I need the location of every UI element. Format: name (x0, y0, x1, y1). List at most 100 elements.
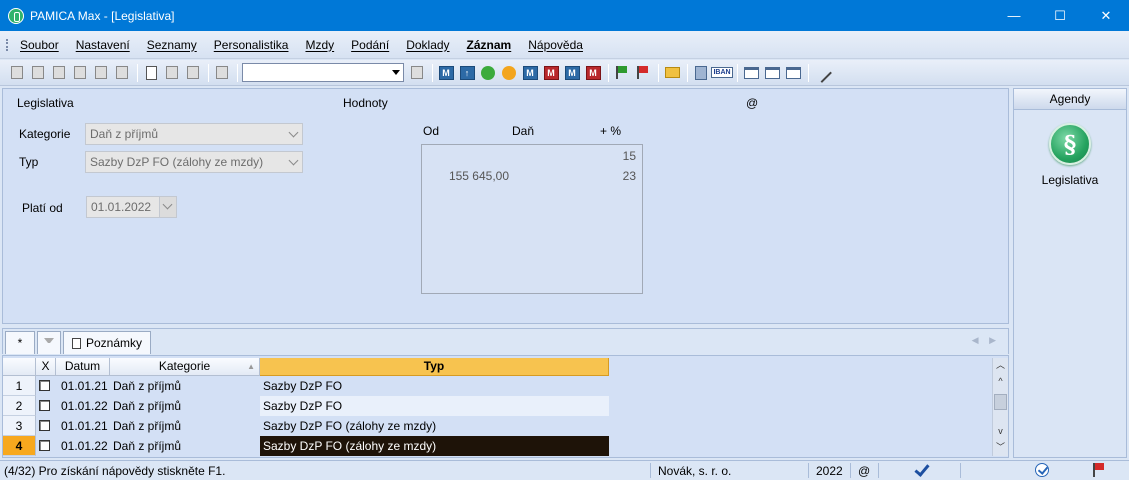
menu-bar: Soubor Nastavení Seznamy Personalistika … (0, 31, 1129, 59)
plati-od-date-field[interactable]: 01.01.2022 (86, 196, 177, 218)
menu-doklady[interactable]: Doklady (406, 38, 449, 52)
grid-vertical-scrollbar[interactable]: ︿ ^ v ﹀ (992, 358, 1008, 456)
calculator-icon[interactable] (692, 64, 710, 82)
row-number[interactable]: 4 (3, 436, 36, 456)
scroll-bottom-icon[interactable]: ﹀ (993, 440, 1008, 454)
agendy-panel: Agendy § Legislativa (1013, 88, 1127, 458)
new-record-icon[interactable] (142, 64, 160, 82)
minimize-button[interactable]: — (991, 0, 1037, 31)
row-checkbox[interactable] (39, 420, 50, 431)
menu-podani[interactable]: Podání (351, 38, 389, 52)
edit-record-icon[interactable] (163, 64, 181, 82)
status-separator (650, 463, 651, 478)
row-checkbox[interactable] (39, 400, 50, 411)
scroll-down-icon[interactable]: v (993, 424, 1008, 438)
cell-typ-selected[interactable]: Sazby DzP FO (zálohy ze mzdy) (260, 436, 609, 456)
duplicate-icon[interactable] (213, 64, 231, 82)
export-icon[interactable] (92, 64, 110, 82)
menu-napoveda[interactable]: Nápověda (528, 38, 583, 52)
person-green-icon[interactable] (479, 64, 497, 82)
tab-all[interactable]: * (5, 331, 35, 354)
tab-poznamky[interactable]: Poznámky (63, 331, 151, 354)
status-hint: (4/32) Pro získání nápovědy stiskněte F1… (4, 464, 226, 478)
save-icon[interactable] (184, 64, 202, 82)
maximize-button[interactable]: ☐ (1037, 0, 1083, 31)
tick-icon[interactable] (914, 462, 926, 476)
cell-kategorie: Daň z příjmů (113, 379, 182, 393)
cell-typ: Sazby DzP FO (263, 379, 343, 393)
iban-icon[interactable]: IBAN (711, 64, 733, 82)
mail-red-icon[interactable]: M (542, 64, 560, 82)
menu-seznamy[interactable]: Seznamy (147, 38, 197, 52)
mail-red2-icon[interactable]: M (584, 64, 602, 82)
status-separator (808, 463, 809, 478)
filter-icon[interactable] (408, 64, 426, 82)
menubar-grip[interactable] (6, 39, 8, 51)
col-kategorie-header[interactable]: Kategorie ▲ (110, 358, 260, 376)
close-button[interactable]: ✕ (1083, 0, 1129, 31)
scroll-up-icon[interactable]: ^ (993, 374, 1008, 388)
person-up-icon[interactable]: ↑ (458, 64, 476, 82)
status-bar: (4/32) Pro získání nápovědy stiskněte F1… (0, 460, 1129, 480)
sort-icon: ▲ (247, 362, 255, 371)
window-title: PAMICA Max - [Legislativa] (30, 8, 175, 23)
import-icon[interactable] (113, 64, 131, 82)
menu-personalistika[interactable]: Personalistika (214, 38, 289, 52)
menu-nastaveni[interactable]: Nastavení (76, 38, 130, 52)
open-icon[interactable] (8, 64, 26, 82)
grid-corner (3, 358, 36, 376)
toolbar-combo[interactable] (242, 63, 404, 82)
preview-icon[interactable] (71, 64, 89, 82)
typ-combo[interactable]: Sazby DzP FO (zálohy ze mzdy) (85, 151, 303, 173)
menu-zaznam[interactable]: Záznam (467, 38, 512, 52)
tab-filter[interactable] (37, 331, 61, 354)
row-checkbox[interactable] (39, 440, 50, 451)
col-typ-header[interactable]: Typ (260, 358, 609, 376)
row-number[interactable]: 2 (3, 396, 36, 416)
col-pct-header: + % (600, 124, 622, 138)
cell-datum: 01.01.21 (61, 379, 108, 393)
flag-red-icon[interactable] (634, 64, 652, 82)
hodnoty-table[interactable]: 15 155 645,00 23 (421, 144, 643, 294)
kategorie-combo[interactable]: Daň z příjmů (85, 123, 303, 145)
folder-icon[interactable] (663, 64, 681, 82)
cell-typ: Sazby DzP FO (zálohy ze mzdy) (263, 419, 437, 433)
toolbar-separator (608, 63, 609, 82)
red-flag-icon[interactable] (1093, 463, 1105, 477)
status-at-sign: @ (858, 464, 871, 478)
form-window-icon[interactable] (784, 64, 802, 82)
chevron-down-icon[interactable] (159, 197, 176, 217)
cell-kategorie: Daň z příjmů (113, 439, 182, 453)
scroll-top-icon[interactable]: ︿ (993, 358, 1008, 372)
col-dan-header: Daň (512, 124, 535, 138)
list-window-icon[interactable] (763, 64, 781, 82)
print-icon[interactable] (50, 64, 68, 82)
col-x-header[interactable]: X (36, 358, 56, 376)
hodnoty-row[interactable]: 15 (422, 146, 642, 166)
wand-icon[interactable] (812, 62, 832, 83)
tab-scroll-arrows[interactable]: ◀ ▶ (972, 335, 1000, 346)
toolbar-separator (432, 63, 433, 82)
person-orange-icon[interactable] (500, 64, 518, 82)
employee-m-icon[interactable]: M (437, 64, 455, 82)
row-number[interactable]: 3 (3, 416, 36, 436)
cell-datum: 01.01.21 (61, 419, 108, 433)
row-checkbox[interactable] (39, 380, 50, 391)
hodnoty-at-sign: @ (746, 96, 759, 110)
menu-mzdy[interactable]: Mzdy (305, 38, 334, 52)
window-icon[interactable] (742, 64, 760, 82)
menu-soubor[interactable]: Soubor (20, 38, 59, 52)
legislativa-section-title: Legislativa (17, 96, 74, 110)
mail-m-icon[interactable]: M (521, 64, 539, 82)
col-datum-header[interactable]: Datum (56, 358, 110, 376)
row-number[interactable]: 1 (3, 376, 36, 396)
status-company: Novák, s. r. o. (658, 464, 732, 478)
copy-icon[interactable] (29, 64, 47, 82)
check-circle-icon[interactable] (1035, 463, 1049, 477)
hodnoty-row[interactable]: 155 645,00 23 (422, 166, 642, 186)
mail-blue-icon[interactable]: M (563, 64, 581, 82)
agenda-legislativa[interactable]: § Legislativa (1014, 123, 1126, 193)
scroll-thumb[interactable] (994, 394, 1007, 410)
flag-green-icon[interactable] (613, 64, 631, 82)
toolbar-separator (208, 63, 209, 82)
